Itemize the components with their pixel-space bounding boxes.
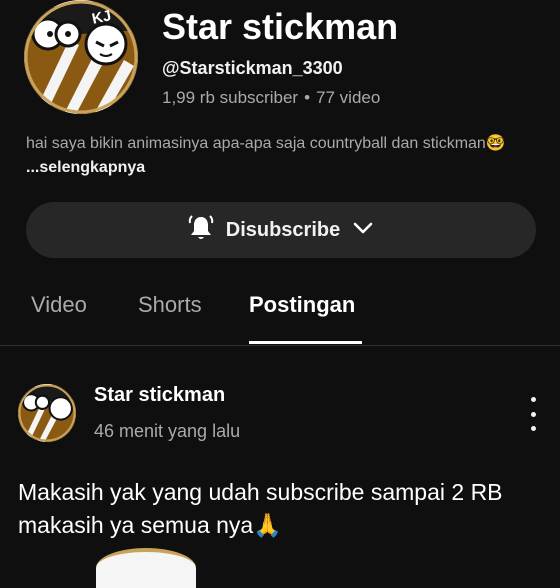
next-post-avatar-partial [96,548,196,588]
channel-description[interactable]: hai saya bikin animasinya apa-apa saja c… [26,132,536,180]
subscriber-count: 1,99 rb subscriber [162,88,299,107]
description-text: hai saya bikin animasinya apa-apa saja c… [26,135,506,152]
stickman-avatar-image [18,384,76,442]
tab-shorts[interactable]: Shorts [138,292,202,318]
subscribed-label: Disubscribe [225,218,341,241]
channel-avatar[interactable] [24,0,138,114]
tab-postingan[interactable]: Postingan [249,292,355,318]
menu-dot [530,397,536,402]
more-vert-icon[interactable] [523,397,543,431]
video-count: 77 video [316,88,381,107]
post-body: Makasih yak yang udah subscribe sampai 2… [18,479,503,538]
post-author-avatar[interactable] [18,384,76,442]
channel-name: Star stickman [162,6,399,47]
menu-dot [530,426,536,431]
post-author-name[interactable]: Star stickman [94,384,225,407]
show-more-link[interactable]: ...selengkapnya [26,159,145,176]
tab-video[interactable]: Video [31,292,87,318]
channel-stats: 1,99 rb subscriber • 77 video [162,88,380,108]
stats-separator: • [304,88,311,107]
active-tab-indicator [249,341,362,344]
bell-icon [186,213,216,248]
stickman-avatar-image [24,0,138,114]
subscribed-button[interactable]: Disubscribe [26,202,536,258]
tabs-divider [0,345,560,346]
menu-dot [530,411,536,417]
chevron-down-icon [350,215,376,246]
channel-tabs: Video Shorts Postingan [0,286,560,344]
channel-handle: @Starstickman_3300 [162,58,343,78]
post-timestamp: 46 menit yang lalu [94,421,241,441]
